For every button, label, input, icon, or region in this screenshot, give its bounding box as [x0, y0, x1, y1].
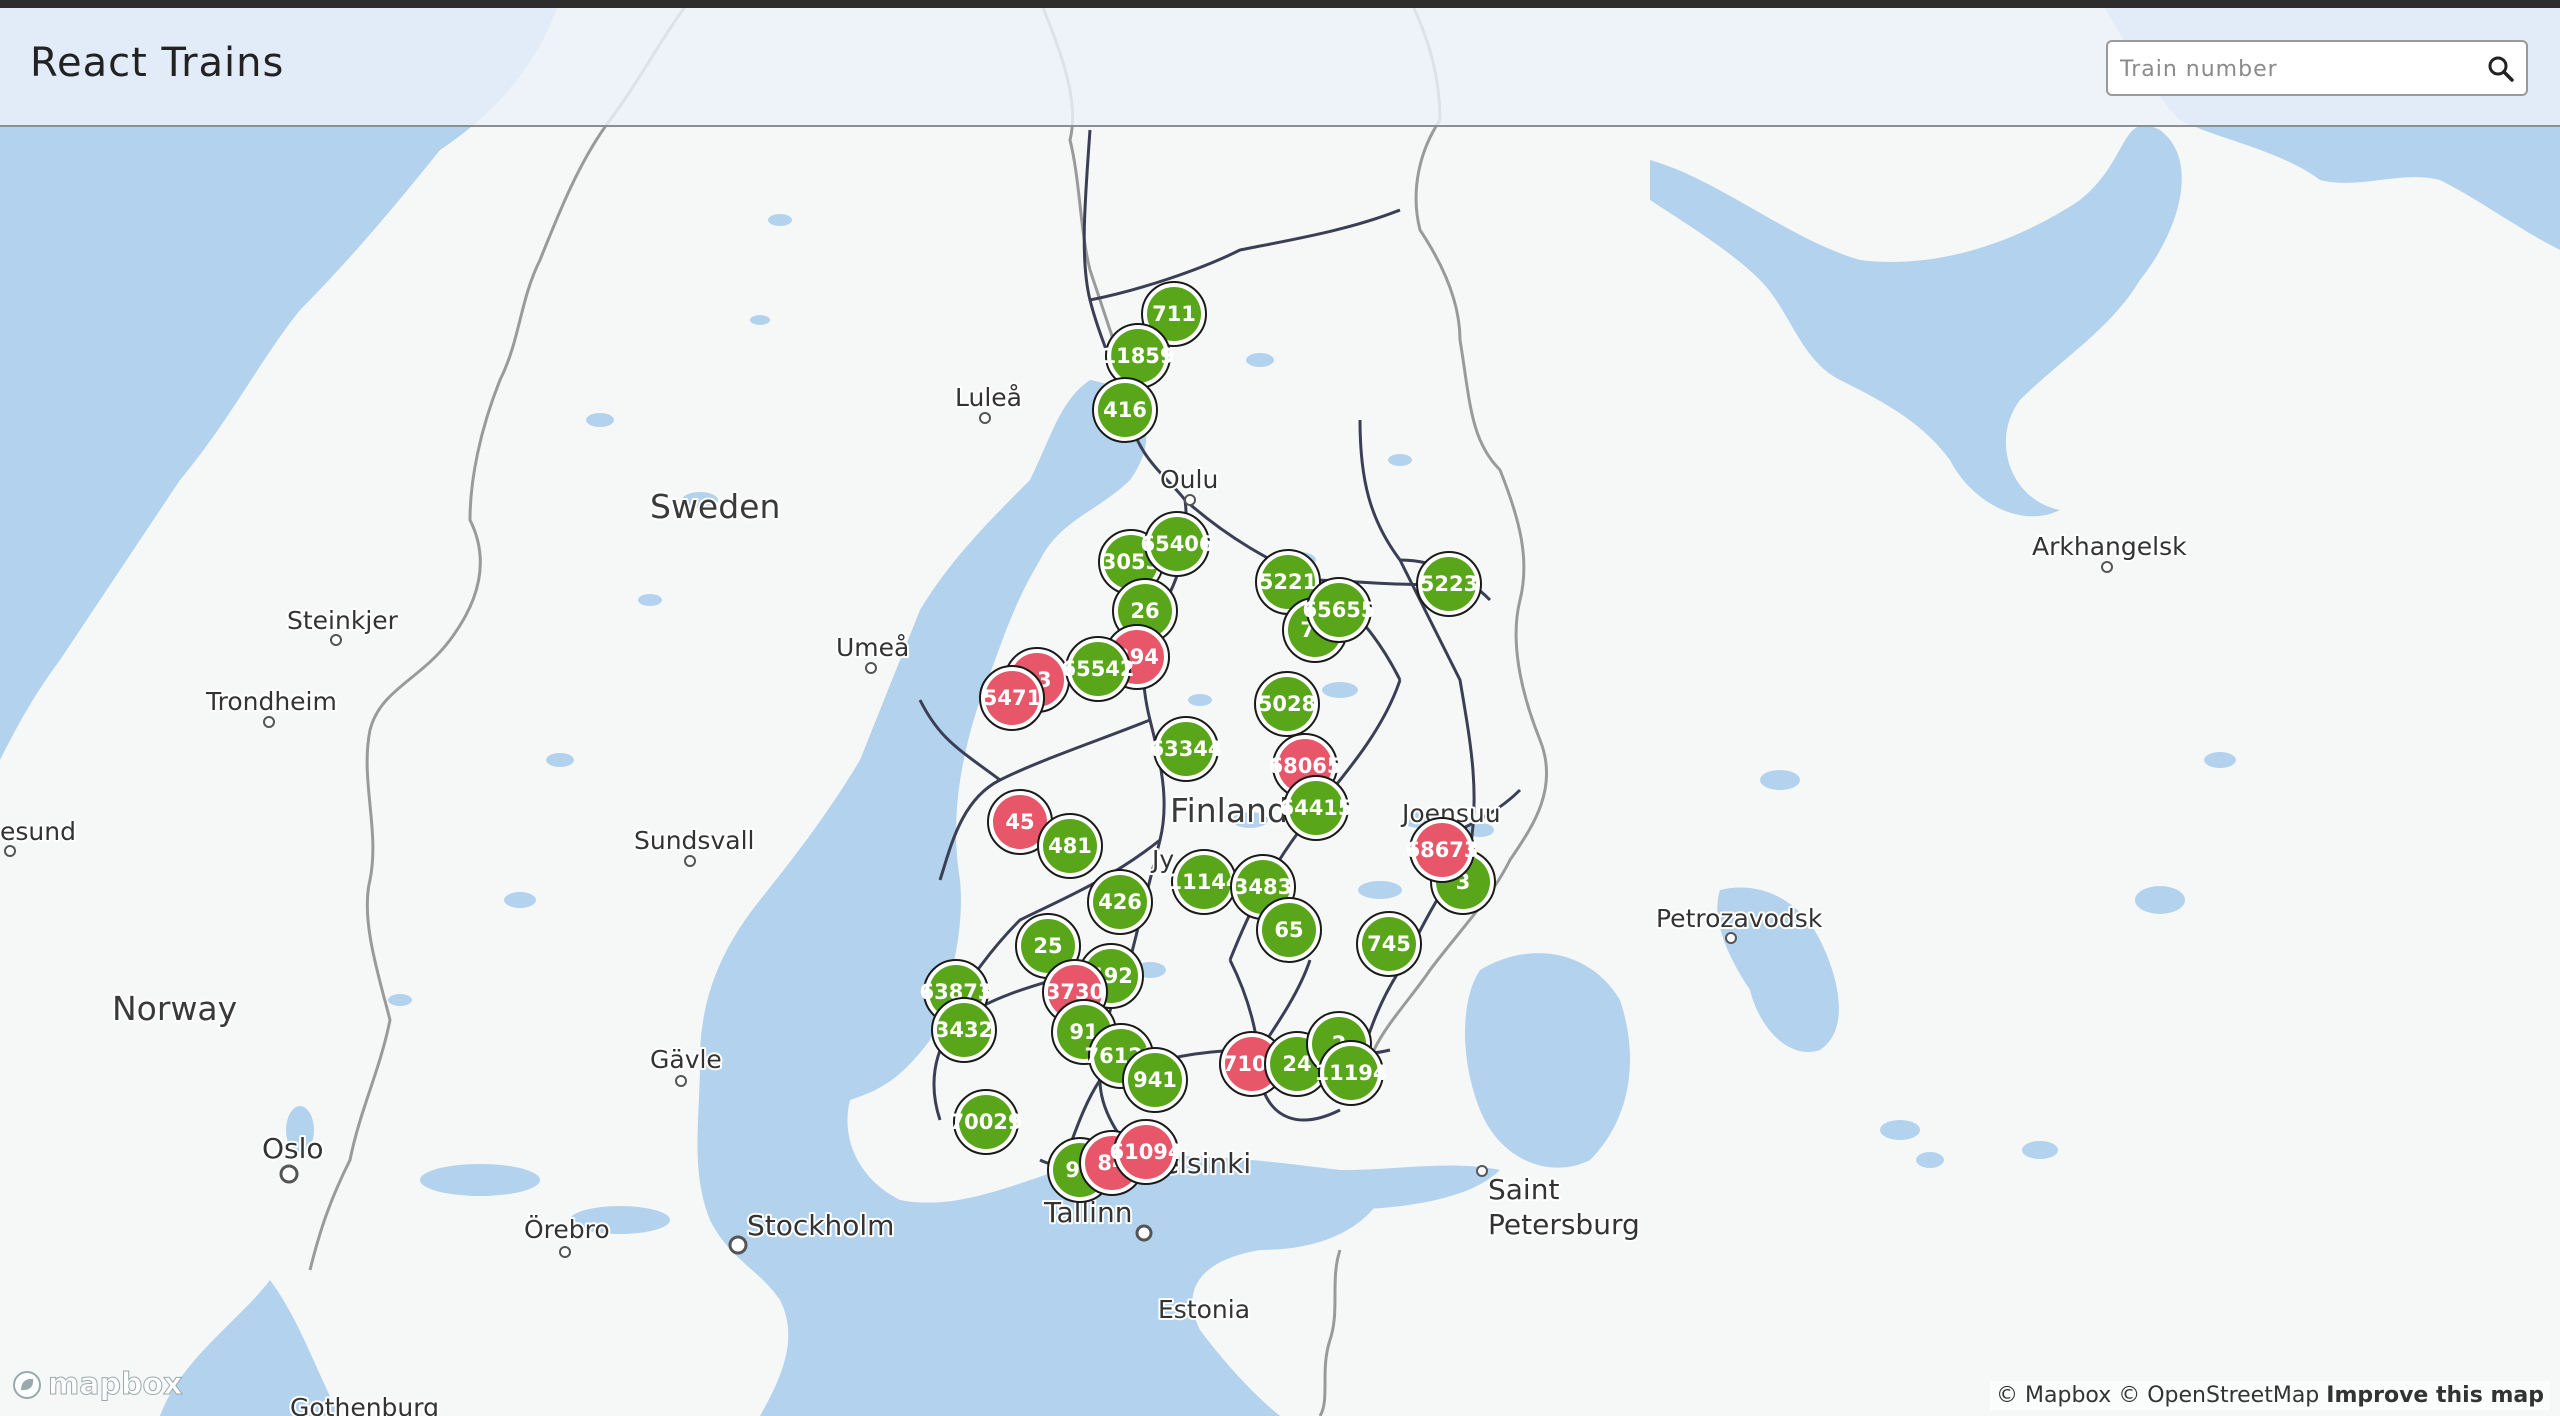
train-marker[interactable]: 3432 — [931, 997, 997, 1063]
window-top-strip — [0, 0, 2560, 8]
label-petersburg: Petersburg — [1488, 1208, 1640, 1241]
label-ostersund: esund — [0, 817, 76, 846]
train-marker[interactable]: 5028 — [1254, 671, 1320, 737]
label-petrozavodsk: Petrozavodsk — [1656, 904, 1823, 933]
train-marker-label: 5221 — [1259, 570, 1317, 594]
train-marker[interactable]: 5471 — [979, 665, 1045, 731]
label-oslo: Oslo — [262, 1132, 324, 1165]
label-trondheim: Trondheim — [205, 687, 337, 716]
train-marker-label: 416 — [1103, 398, 1147, 422]
train-marker-label: 3483 — [1234, 875, 1292, 899]
train-marker[interactable]: 416 — [1092, 377, 1158, 443]
label-sweden: Sweden — [650, 487, 780, 526]
train-marker-label: 70029 — [949, 1110, 1022, 1134]
train-search — [2106, 40, 2528, 96]
train-marker-label: 426 — [1098, 890, 1142, 914]
label-saint: Saint — [1488, 1173, 1559, 1206]
train-marker-label: 5471 — [983, 686, 1041, 710]
train-marker-label: 5028 — [1258, 692, 1316, 716]
label-oulu: Oulu — [1160, 465, 1218, 494]
train-marker-label: 68065 — [1268, 754, 1341, 778]
train-marker-label: 11144 — [1167, 870, 1240, 894]
train-marker-label: 65 — [1274, 918, 1303, 942]
label-estonia: Estonia — [1158, 1295, 1250, 1324]
train-marker[interactable]: 481 — [1037, 813, 1103, 879]
label-arkhangelsk: Arkhangelsk — [2032, 532, 2187, 561]
train-marker-label: 5223 — [1420, 572, 1478, 596]
train-marker-label: 63344 — [1149, 737, 1222, 761]
search-button[interactable] — [2484, 52, 2518, 86]
train-marker-label: 941 — [1133, 1068, 1177, 1092]
label-steinkjer: Steinkjer — [287, 606, 399, 635]
label-norway: Norway — [112, 989, 237, 1028]
train-marker-label: 61094 — [1109, 1140, 1182, 1164]
improve-map-link[interactable]: Improve this map — [2326, 1383, 2544, 1408]
label-lulea: Luleå — [955, 383, 1022, 412]
train-marker[interactable]: 65 — [1256, 897, 1322, 963]
train-marker-label: 65406 — [1140, 532, 1213, 556]
train-marker-label: 481 — [1048, 834, 1092, 858]
attribution-osm-link[interactable]: © OpenStreetMap — [2118, 1383, 2319, 1408]
label-finland: Finland — [1170, 791, 1288, 830]
train-marker-label: 11859 — [1101, 344, 1174, 368]
label-sundsvall: Sundsvall — [634, 826, 754, 855]
attribution-mapbox-link[interactable]: © Mapbox — [1996, 1383, 2111, 1408]
train-marker-label: 745 — [1367, 932, 1411, 956]
label-stockholm: Stockholm — [747, 1209, 894, 1242]
label-umea: Umeå — [836, 633, 909, 662]
map-attribution: © Mapbox © OpenStreetMap Improve this ma… — [1990, 1381, 2550, 1410]
train-marker-label: 711 — [1152, 302, 1196, 326]
search-icon — [2488, 56, 2514, 82]
label-orebro: Örebro — [524, 1215, 610, 1244]
app-header: React Trains — [0, 0, 2560, 127]
train-number-input[interactable] — [2118, 48, 2462, 90]
mapbox-mark-icon — [13, 1370, 41, 1399]
app-title: React Trains — [30, 40, 285, 86]
map-canvas[interactable]: Sweden Norway Finland Estonia Luleå Oulu… — [0, 0, 2560, 1416]
label-gavle: Gävle — [650, 1045, 722, 1074]
train-marker-label: 65542 — [1061, 657, 1134, 681]
train-marker-label: 65655 — [1302, 598, 1375, 622]
label-gothenburg: Gothenburg — [290, 1393, 439, 1416]
train-marker-label: 11194 — [1314, 1061, 1387, 1085]
train-marker-label: 68673 — [1405, 838, 1478, 862]
train-marker[interactable]: 941 — [1122, 1047, 1188, 1113]
train-marker-label: 64415 — [1279, 796, 1352, 820]
train-marker[interactable]: 745 — [1356, 911, 1422, 977]
train-marker-label: 45 — [1005, 810, 1034, 834]
train-marker[interactable]: 426 — [1087, 869, 1153, 935]
train-marker-label: 26 — [1130, 599, 1159, 623]
train-marker-label: 3432 — [935, 1018, 993, 1042]
train-marker-label: 24 — [1282, 1052, 1311, 1076]
mapbox-logo-text: mapbox — [47, 1367, 183, 1403]
train-marker[interactable]: 5223 — [1416, 551, 1482, 617]
mapbox-logo[interactable]: mapbox — [12, 1367, 183, 1403]
train-marker-label: 25 — [1033, 934, 1062, 958]
